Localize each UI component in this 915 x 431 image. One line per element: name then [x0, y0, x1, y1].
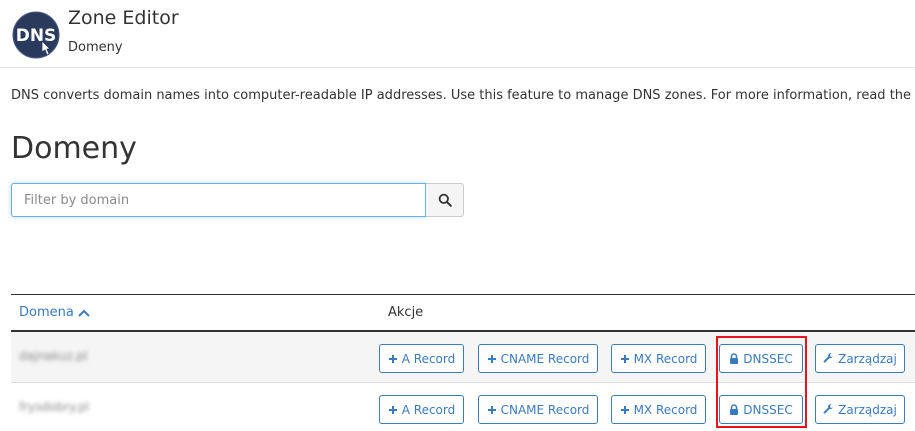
- sort-domain-header[interactable]: Domena: [19, 305, 90, 320]
- add-mx-record-button[interactable]: MX Record: [611, 395, 706, 424]
- plus-icon: [487, 354, 496, 363]
- lock-icon: [730, 353, 739, 364]
- header-divider: [0, 67, 915, 68]
- chevron-up-icon: [78, 309, 90, 317]
- manage-button[interactable]: Zarządzaj: [815, 395, 905, 424]
- plus-icon: [388, 405, 397, 414]
- button-label: DNSSEC: [743, 351, 793, 366]
- dnssec-button[interactable]: DNSSEC: [719, 395, 803, 424]
- add-cname-record-button[interactable]: CNAME Record: [478, 344, 598, 373]
- button-label: CNAME Record: [500, 402, 590, 417]
- dns-logo-icon: DNS: [12, 11, 60, 59]
- app-subtitle: Domeny: [68, 40, 123, 55]
- page-description: DNS converts domain names into computer-…: [11, 88, 912, 103]
- search-input[interactable]: [11, 183, 426, 217]
- button-label: CNAME Record: [500, 351, 590, 366]
- wrench-icon: [823, 353, 834, 363]
- button-label: Zarządzaj: [838, 351, 897, 366]
- page-title: Domeny: [11, 131, 137, 166]
- plus-icon: [620, 354, 629, 363]
- add-a-record-button[interactable]: A Record: [379, 395, 464, 424]
- plus-icon: [388, 354, 397, 363]
- search-button[interactable]: [426, 183, 464, 217]
- button-label: A Record: [401, 351, 456, 366]
- dnssec-button[interactable]: DNSSEC: [719, 344, 803, 373]
- column-domain-label: Domena: [19, 305, 74, 320]
- domains-table: Domena Akcje dajnakuz.pl A Record CNAME …: [11, 294, 915, 431]
- add-a-record-button[interactable]: A Record: [379, 344, 464, 373]
- table-header: Domena Akcje: [11, 294, 915, 332]
- button-label: DNSSEC: [743, 402, 793, 417]
- button-label: Zarządzaj: [838, 402, 897, 417]
- table-row: dajnakuz.pl A Record CNAME Record MX Rec…: [11, 332, 915, 383]
- button-label: A Record: [401, 402, 456, 417]
- add-cname-record-button[interactable]: CNAME Record: [478, 395, 598, 424]
- manage-button[interactable]: Zarządzaj: [815, 344, 905, 373]
- app-title: Zone Editor: [68, 7, 179, 29]
- svg-text:DNS: DNS: [16, 26, 57, 46]
- search-icon: [438, 193, 452, 207]
- button-label: MX Record: [633, 351, 698, 366]
- column-actions-label: Akcje: [388, 305, 424, 320]
- plus-icon: [620, 405, 629, 414]
- plus-icon: [487, 405, 496, 414]
- domain-name: frysdobry.pl: [19, 400, 90, 414]
- lock-icon: [730, 404, 739, 415]
- table-row: frysdobry.pl A Record CNAME Record MX Re…: [11, 383, 915, 431]
- wrench-icon: [823, 404, 834, 414]
- app-header: DNS Zone Editor Domeny: [0, 0, 915, 67]
- button-label: MX Record: [633, 402, 698, 417]
- domain-name: dajnakuz.pl: [19, 349, 88, 363]
- domain-search: [11, 183, 464, 217]
- add-mx-record-button[interactable]: MX Record: [611, 344, 706, 373]
